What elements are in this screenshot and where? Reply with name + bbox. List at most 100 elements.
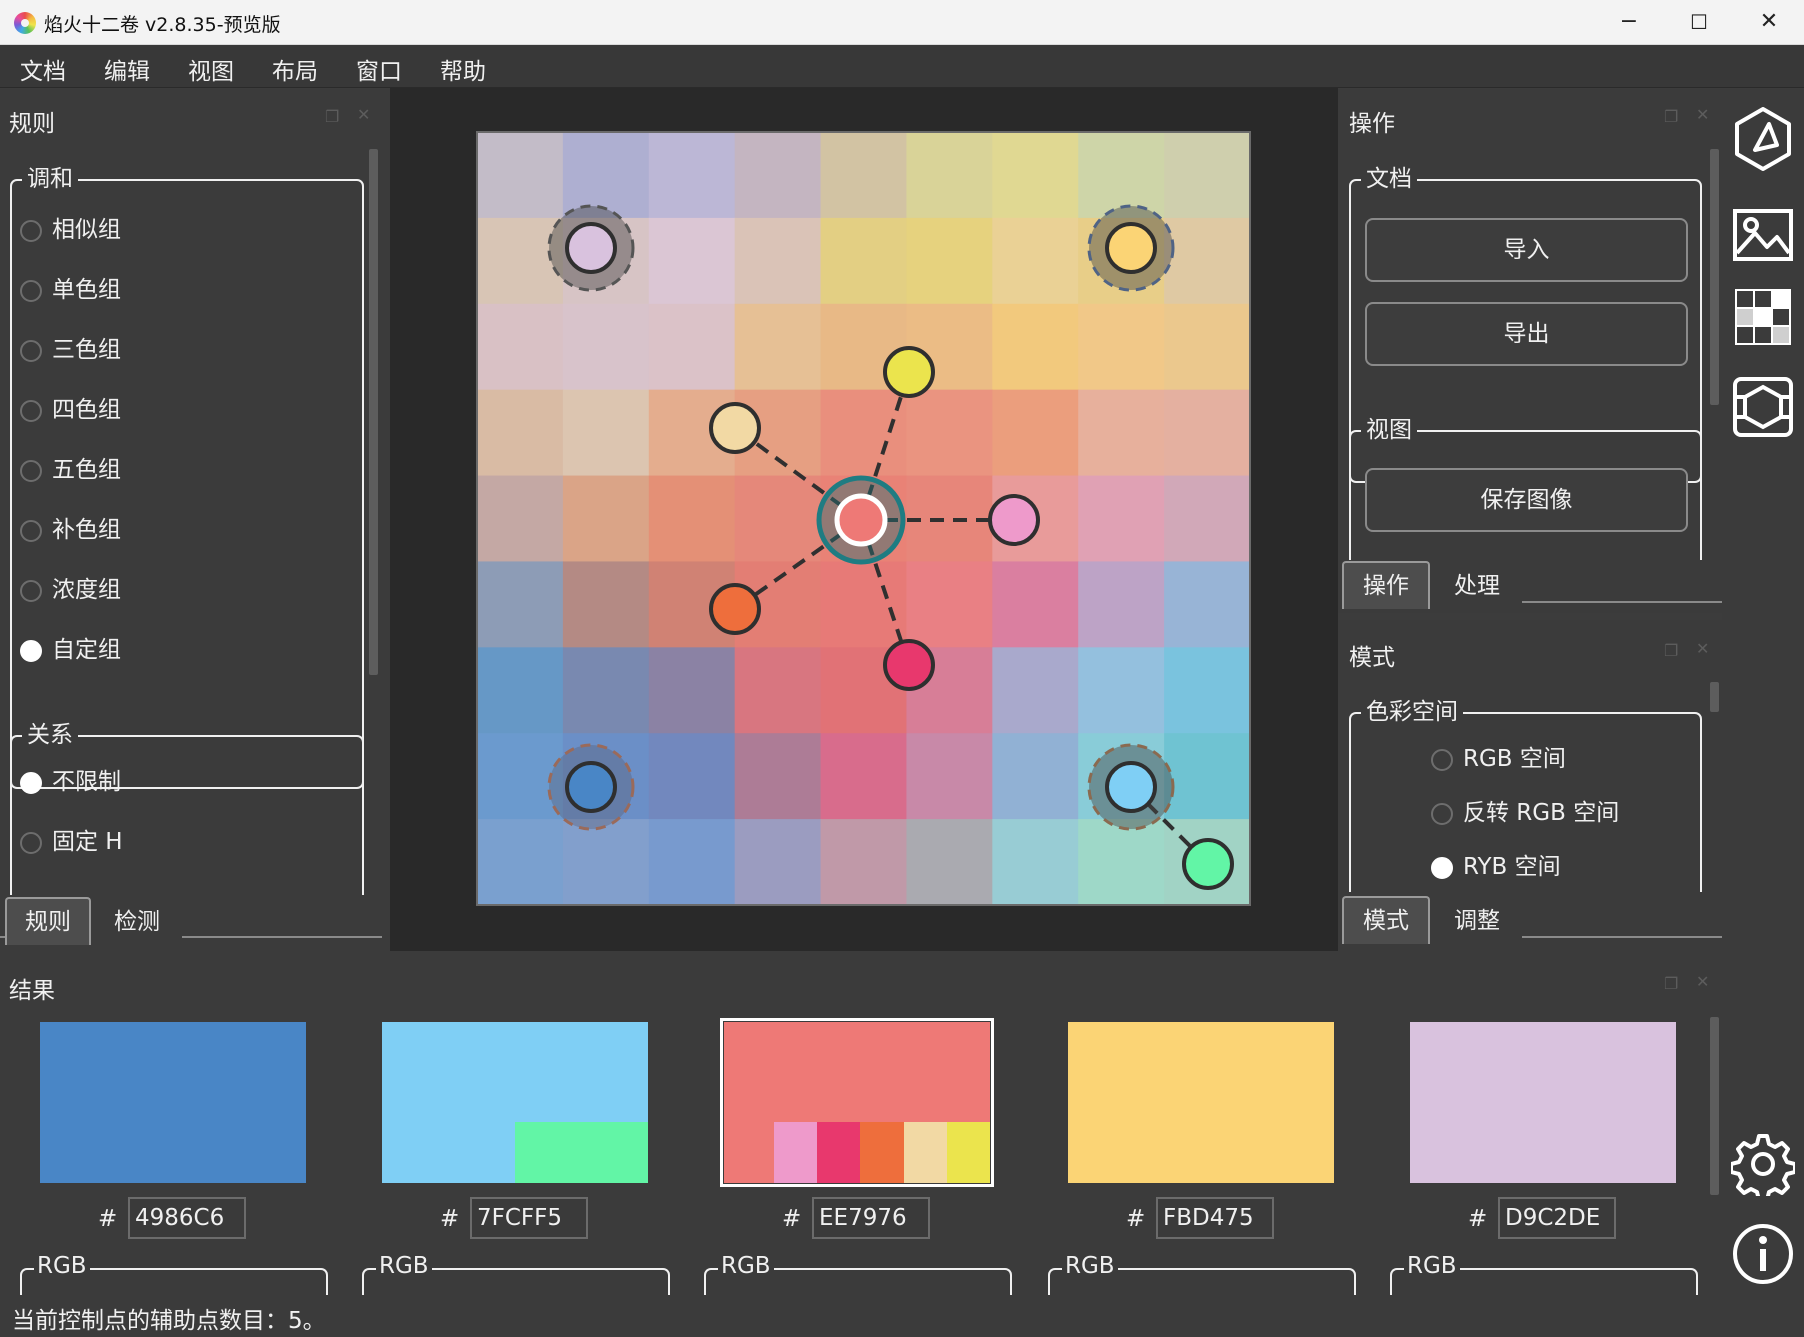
color-cell[interactable] (477, 132, 564, 219)
color-cell[interactable] (1078, 561, 1165, 648)
color-cell[interactable] (1078, 475, 1165, 563)
corner-point-top-right[interactable] (1087, 204, 1175, 292)
color-cell[interactable] (1078, 389, 1165, 477)
float-icon[interactable]: ❐ (1664, 641, 1678, 660)
color-cell[interactable] (734, 647, 822, 734)
aux-point[interactable] (1182, 838, 1234, 890)
tab-adjust[interactable]: 调整 (1432, 896, 1522, 944)
radio-rgb-space[interactable]: RGB 空间 (1431, 744, 1566, 774)
color-cell[interactable] (648, 475, 736, 563)
color-cell[interactable] (1164, 389, 1251, 477)
color-cell[interactable] (906, 561, 993, 648)
color-cell[interactable] (1164, 733, 1251, 820)
color-cell[interactable] (992, 647, 1079, 734)
close-icon[interactable]: ✕ (1696, 972, 1709, 991)
color-cell[interactable] (648, 733, 736, 820)
color-cell[interactable] (906, 132, 993, 219)
color-cell[interactable] (562, 475, 650, 563)
maximize-button[interactable]: ☐ (1664, 0, 1734, 45)
corner-point-bottom-left[interactable] (547, 743, 635, 831)
color-cell[interactable] (1078, 303, 1165, 391)
color-cell[interactable] (992, 132, 1079, 219)
aux-point[interactable] (988, 494, 1040, 546)
triangle-icon[interactable] (1731, 107, 1795, 171)
radio-triad[interactable]: 三色组 (20, 335, 121, 365)
radio-pentad[interactable]: 五色组 (20, 455, 121, 485)
minimize-button[interactable]: − (1594, 0, 1664, 45)
export-button[interactable]: 导出 (1365, 302, 1688, 366)
color-cell[interactable] (820, 819, 908, 906)
float-icon[interactable]: ❐ (325, 107, 339, 126)
menu-view[interactable]: 视图 (188, 52, 234, 86)
color-cell[interactable] (1164, 217, 1251, 305)
radio-inverted-rgb-space[interactable]: 反转 RGB 空间 (1431, 798, 1619, 828)
tab-detect[interactable]: 检测 (93, 897, 181, 945)
color-cell[interactable] (562, 819, 650, 906)
color-cell[interactable] (648, 819, 736, 906)
aux-point[interactable] (709, 402, 761, 454)
menu-layout[interactable]: 布局 (272, 52, 318, 86)
color-cell[interactable] (562, 303, 650, 391)
color-cell[interactable] (906, 819, 993, 906)
color-cell[interactable] (648, 303, 736, 391)
color-cell[interactable] (477, 389, 564, 477)
color-cell[interactable] (648, 132, 736, 219)
radio-similar[interactable]: 相似组 (20, 215, 121, 245)
color-cell[interactable] (992, 389, 1079, 477)
color-cell[interactable] (992, 303, 1079, 391)
hex-input[interactable]: EE7976 (812, 1197, 930, 1239)
corner-point-bottom-right[interactable] (1087, 743, 1175, 831)
main-control-point[interactable] (816, 475, 906, 565)
color-cell[interactable] (992, 819, 1079, 906)
color-cell[interactable] (648, 217, 736, 305)
sub-color-swatch[interactable] (860, 1122, 904, 1183)
color-cell[interactable] (734, 733, 822, 820)
result-swatch[interactable] (40, 1022, 306, 1183)
image-icon[interactable] (1731, 203, 1795, 267)
color-cell[interactable] (477, 561, 564, 648)
color-cell[interactable] (1078, 819, 1165, 906)
sub-color-swatch[interactable] (903, 1122, 947, 1183)
color-cell[interactable] (562, 132, 650, 219)
close-icon[interactable]: ✕ (1696, 639, 1709, 658)
result-swatch[interactable] (1410, 1022, 1676, 1183)
radio-complementary[interactable]: 补色组 (20, 515, 121, 545)
info-icon[interactable] (1731, 1222, 1795, 1286)
sub-color-swatch[interactable] (946, 1122, 991, 1183)
color-cell[interactable] (562, 647, 650, 734)
tab-rules[interactable]: 规则 (5, 897, 91, 945)
close-icon[interactable]: ✕ (1696, 105, 1709, 124)
color-cell[interactable] (820, 561, 908, 648)
color-cell[interactable] (820, 389, 908, 477)
color-cell[interactable] (477, 303, 564, 391)
menu-edit[interactable]: 编辑 (104, 52, 150, 86)
color-cell[interactable] (906, 733, 993, 820)
menu-help[interactable]: 帮助 (440, 52, 486, 86)
menu-document[interactable]: 文档 (20, 52, 66, 86)
hex-input[interactable]: 4986C6 (128, 1197, 246, 1239)
color-cell[interactable] (992, 217, 1079, 305)
color-grid-svg[interactable] (390, 88, 1338, 951)
rules-scrollbar[interactable] (369, 149, 378, 675)
hex-input[interactable]: D9C2DE (1498, 1197, 1616, 1239)
sub-color-swatch[interactable] (774, 1122, 818, 1183)
radio-ryb-space[interactable]: RYB 空间 (1431, 852, 1561, 882)
radio-custom[interactable]: 自定组 (20, 635, 121, 665)
color-cell[interactable] (992, 561, 1079, 648)
aux-point[interactable] (883, 346, 935, 398)
result-scrollbar[interactable] (1710, 1017, 1719, 1195)
grid-icon[interactable] (1731, 285, 1795, 349)
color-cell[interactable] (820, 132, 908, 219)
mode-scrollbar[interactable] (1710, 682, 1719, 712)
close-button[interactable]: ✕ (1734, 0, 1804, 45)
color-cell[interactable] (906, 389, 993, 477)
tab-process[interactable]: 处理 (1432, 561, 1522, 609)
aux-point[interactable] (709, 583, 761, 635)
color-cell[interactable] (734, 475, 822, 563)
tab-operations[interactable]: 操作 (1342, 561, 1430, 609)
save-image-button[interactable]: 保存图像 (1365, 468, 1688, 532)
result-swatch[interactable] (1068, 1022, 1334, 1183)
color-cell[interactable] (1078, 647, 1165, 734)
sub-color-swatch[interactable] (515, 1122, 648, 1183)
radio-tetrad[interactable]: 四色组 (20, 395, 121, 425)
